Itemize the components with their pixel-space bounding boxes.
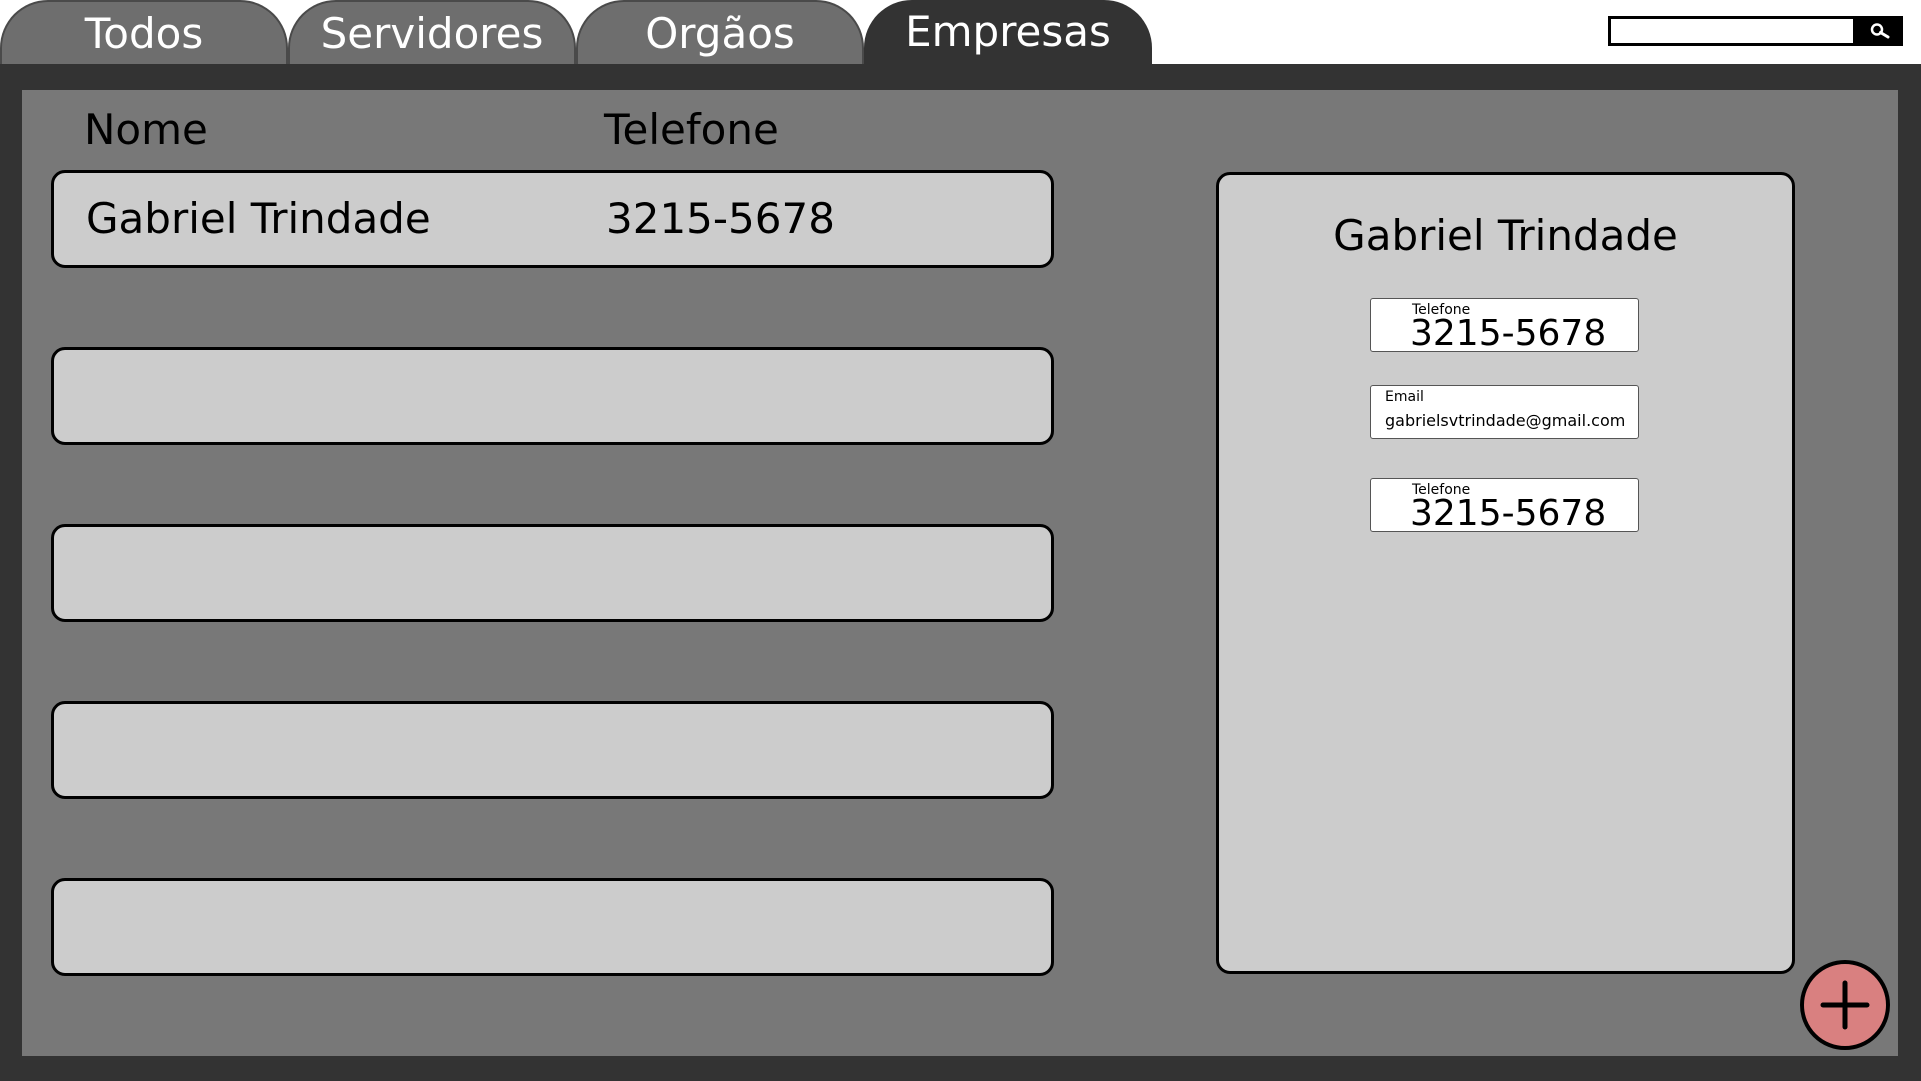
plus-icon	[1820, 980, 1870, 1030]
search-input[interactable]	[1608, 16, 1856, 46]
list-item[interactable]	[51, 878, 1054, 976]
detail-name: Gabriel Trindade	[1333, 211, 1678, 260]
search-icon	[1870, 23, 1889, 39]
app-window: Todos Servidores Orgãos Empresas Nome Te…	[0, 0, 1921, 1081]
phone-field-value: 3215-5678	[1410, 313, 1607, 354]
tab-empresas[interactable]: Empresas	[864, 0, 1152, 64]
email-field[interactable]: Email gabrielsvtrindade@gmail.com	[1370, 385, 1639, 439]
column-header-phone: Telefone	[604, 105, 779, 154]
add-button[interactable]	[1800, 960, 1890, 1050]
search-button[interactable]	[1856, 16, 1903, 46]
tab-label: Orgãos	[645, 9, 795, 58]
email-field-value: gabrielsvtrindade@gmail.com	[1385, 411, 1626, 430]
phone-field-value: 3215-5678	[1410, 493, 1607, 534]
tab-todos[interactable]: Todos	[0, 0, 288, 64]
tab-label: Todos	[84, 9, 204, 58]
detail-card: Gabriel Trindade	[1216, 172, 1795, 974]
list-item[interactable]	[51, 347, 1054, 445]
tab-servidores[interactable]: Servidores	[288, 0, 576, 64]
email-field-label: Email	[1385, 389, 1424, 405]
list-item[interactable]	[51, 701, 1054, 799]
column-header-name: Nome	[84, 105, 208, 154]
tab-orgaos[interactable]: Orgãos	[576, 0, 864, 64]
list-item-phone: 3215-5678	[606, 194, 835, 243]
list-item-name: Gabriel Trindade	[86, 194, 431, 243]
list-item[interactable]: Gabriel Trindade 3215-5678	[51, 170, 1054, 268]
phone-field-secondary[interactable]: Telefone 3215-5678	[1370, 478, 1639, 534]
tab-label: Servidores	[320, 9, 544, 58]
list-item[interactable]	[51, 524, 1054, 622]
tab-label: Empresas	[905, 7, 1111, 56]
phone-field[interactable]: Telefone 3215-5678	[1370, 298, 1639, 354]
